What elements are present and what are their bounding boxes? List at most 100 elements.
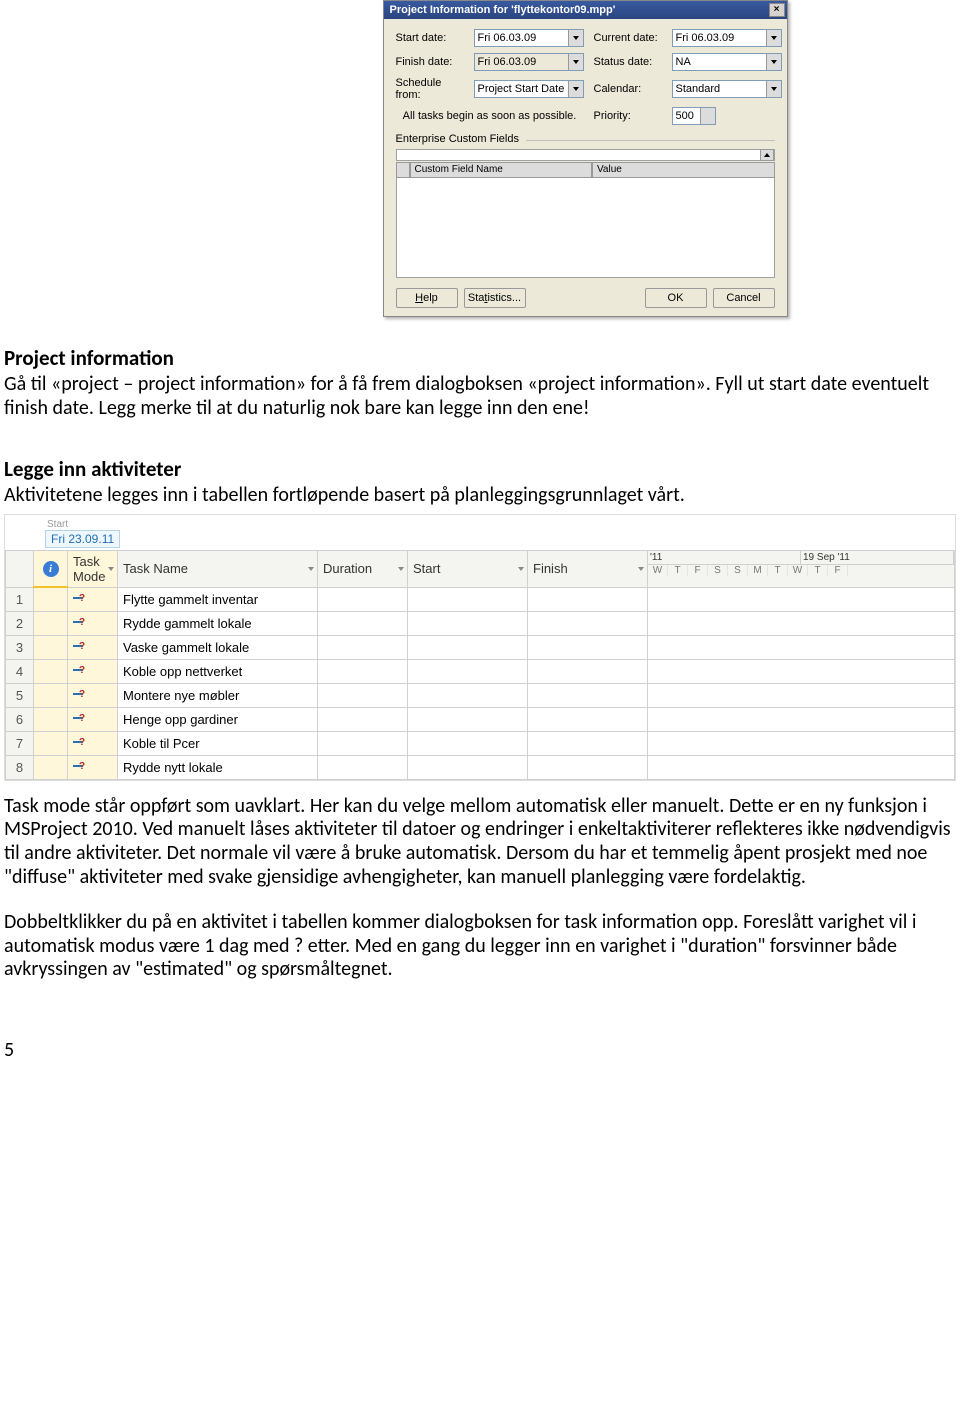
row-number: 7 (6, 731, 34, 755)
task-name-cell[interactable]: Vaske gammelt lokale (118, 635, 318, 659)
scroll-up-icon[interactable] (760, 149, 774, 161)
finish-cell[interactable] (528, 707, 648, 731)
current-date-field[interactable]: Fri 06.03.09 (672, 29, 782, 47)
header-value: Value (592, 162, 775, 178)
finish-cell[interactable] (528, 635, 648, 659)
header-indicators[interactable]: i (34, 550, 68, 587)
task-name-cell[interactable]: Flytte gammelt inventar (118, 587, 318, 611)
manual-task-icon (73, 711, 87, 725)
task-mode-cell[interactable] (68, 731, 118, 755)
task-name-cell[interactable]: Koble opp nettverket (118, 659, 318, 683)
task-name-cell[interactable]: Rydde nytt lokale (118, 755, 318, 779)
row-number: 5 (6, 683, 34, 707)
start-cell[interactable] (408, 659, 528, 683)
timeline-cell (648, 611, 955, 635)
duration-cell[interactable] (318, 587, 408, 611)
status-date-field[interactable]: NA (672, 53, 782, 71)
chevron-down-icon (771, 60, 777, 64)
task-name-cell[interactable]: Henge opp gardiner (118, 707, 318, 731)
manual-task-icon (73, 759, 87, 773)
task-name-cell[interactable]: Montere nye møbler (118, 683, 318, 707)
label-schedule-from: Schedule from: (396, 77, 464, 101)
table-row[interactable]: 3 Vaske gammelt lokale (6, 635, 955, 659)
table-row[interactable]: 5 Montere nye møbler (6, 683, 955, 707)
gantt-start-date: Fri 23.09.11 (45, 530, 120, 548)
finish-cell[interactable] (528, 659, 648, 683)
timeline-group-2: 19 Sep '11 (801, 551, 954, 564)
duration-cell[interactable] (318, 707, 408, 731)
header-finish[interactable]: Finish (528, 550, 648, 587)
task-mode-cell[interactable] (68, 587, 118, 611)
duration-cell[interactable] (318, 611, 408, 635)
finish-cell[interactable] (528, 587, 648, 611)
start-cell[interactable] (408, 707, 528, 731)
header-duration[interactable]: Duration (318, 550, 408, 587)
calendar-field[interactable]: Standard (672, 80, 782, 98)
task-table: i Task Mode Task Name Duration Start Fin… (5, 550, 955, 780)
chevron-down-icon (638, 567, 644, 571)
indicator-cell (34, 587, 68, 611)
timeline-day: S (728, 565, 748, 576)
priority-spinner[interactable]: 500 (672, 107, 716, 125)
header-start[interactable]: Start (408, 550, 528, 587)
table-row[interactable]: 4 Koble opp nettverket (6, 659, 955, 683)
table-row[interactable]: 2 Rydde gammelt lokale (6, 611, 955, 635)
table-row[interactable]: 1 Flytte gammelt inventar (6, 587, 955, 611)
custom-field-header: Custom Field Name Value (396, 162, 775, 178)
indicator-cell (34, 731, 68, 755)
custom-field-body[interactable] (396, 178, 775, 278)
task-name-cell[interactable]: Rydde gammelt lokale (118, 611, 318, 635)
start-cell[interactable] (408, 731, 528, 755)
ok-button[interactable]: OK (645, 288, 707, 308)
task-mode-cell[interactable] (68, 659, 118, 683)
duration-cell[interactable] (318, 683, 408, 707)
header-task-name[interactable]: Task Name (118, 550, 318, 587)
table-row[interactable]: 7 Koble til Pcer (6, 731, 955, 755)
row-number: 1 (6, 587, 34, 611)
duration-cell[interactable] (318, 755, 408, 779)
start-cell[interactable] (408, 611, 528, 635)
close-button[interactable]: × (769, 3, 785, 17)
start-cell[interactable] (408, 587, 528, 611)
start-cell[interactable] (408, 755, 528, 779)
task-mode-cell[interactable] (68, 683, 118, 707)
duration-cell[interactable] (318, 731, 408, 755)
table-row[interactable]: 8Rydde nytt lokale (6, 755, 955, 779)
finish-cell[interactable] (528, 611, 648, 635)
start-cell[interactable] (408, 683, 528, 707)
header-corner (396, 162, 410, 178)
dialog-titlebar[interactable]: Project Information for 'flyttekontor09.… (384, 1, 787, 19)
duration-cell[interactable] (318, 659, 408, 683)
statistics-button[interactable]: Statistics... (464, 288, 526, 308)
manual-task-icon (73, 615, 87, 629)
heading-legge-inn-aktiviteter: Legge inn aktiviteter (4, 456, 956, 482)
finish-cell[interactable] (528, 755, 648, 779)
row-number: 2 (6, 611, 34, 635)
paragraph-4: Dobbeltklikker du på en aktivitet i tabe… (4, 911, 956, 982)
row-number: 4 (6, 659, 34, 683)
finish-cell[interactable] (528, 683, 648, 707)
task-name-cell[interactable]: Koble til Pcer (118, 731, 318, 755)
header-task-mode[interactable]: Task Mode (68, 550, 118, 587)
label-start-date: Start date: (396, 32, 464, 44)
row-number: 3 (6, 635, 34, 659)
task-mode-cell[interactable] (68, 707, 118, 731)
header-row-num[interactable] (6, 550, 34, 587)
finish-cell[interactable] (528, 731, 648, 755)
finish-date-field[interactable]: Fri 06.03.09 (474, 53, 584, 71)
start-date-field[interactable]: Fri 06.03.09 (474, 29, 584, 47)
chevron-down-icon (573, 87, 579, 91)
task-mode-cell[interactable] (68, 635, 118, 659)
help-button[interactable]: Help (396, 288, 458, 308)
header-custom-field-name: Custom Field Name (410, 162, 593, 178)
table-row[interactable]: 6Henge opp gardiner (6, 707, 955, 731)
header-timeline[interactable]: '11 19 Sep '11 WTFSSMTWTF (648, 550, 955, 587)
manual-task-icon (73, 591, 87, 605)
task-mode-cell[interactable] (68, 611, 118, 635)
start-cell[interactable] (408, 635, 528, 659)
task-mode-cell[interactable] (68, 755, 118, 779)
schedule-from-field[interactable]: Project Start Date (474, 80, 584, 98)
cancel-button[interactable]: Cancel (713, 288, 775, 308)
manual-task-icon (73, 639, 87, 653)
duration-cell[interactable] (318, 635, 408, 659)
